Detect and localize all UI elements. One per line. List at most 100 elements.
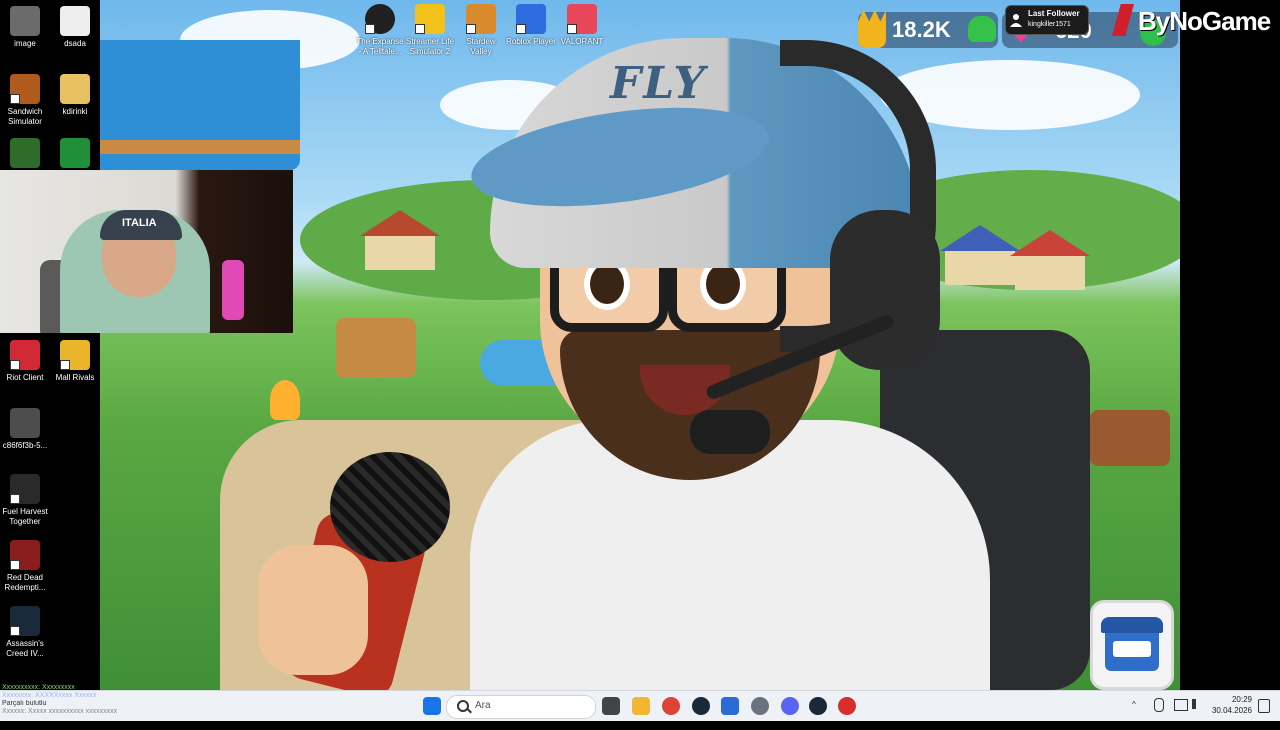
desktop-icon-red-dead[interactable]: Red Dead Redempti... bbox=[0, 540, 50, 593]
chrome-icon[interactable] bbox=[662, 697, 680, 715]
desktop-icon-fuel-harvest[interactable]: Fuel Harvest Together bbox=[0, 474, 50, 527]
desktop-icon-label: Sandwich Simulator bbox=[7, 107, 43, 126]
desktop-icon-sandwich-simulator[interactable]: Sandwich Simulator bbox=[0, 74, 50, 127]
settings-icon[interactable] bbox=[751, 697, 769, 715]
search-placeholder: Ara bbox=[475, 700, 491, 711]
image-file-icon bbox=[10, 408, 40, 438]
assassins-creed-icon bbox=[10, 606, 40, 636]
shortcut-arrow-icon bbox=[10, 360, 20, 370]
file-icon bbox=[60, 6, 90, 36]
headset-earcup bbox=[830, 210, 940, 370]
desktop-icon-label: kdirinki bbox=[62, 107, 88, 116]
network-icon[interactable] bbox=[1174, 699, 1188, 711]
gta-v-icon bbox=[10, 138, 40, 168]
desktop-icon-label: Assassin's Creed IV... bbox=[6, 639, 44, 658]
record-app-icon[interactable] bbox=[838, 697, 856, 715]
shortcut-arrow-icon bbox=[10, 626, 20, 636]
desktop-icon-label: Stardew Valley bbox=[466, 37, 496, 56]
shop-button[interactable] bbox=[1090, 600, 1174, 690]
desktop-icon-label: Streamer Life Simulator 2 bbox=[405, 37, 455, 56]
clock[interactable]: 20:29 30.04.2026 bbox=[1208, 694, 1252, 716]
desktop-icon-label: VALORANT bbox=[560, 37, 604, 46]
desktop-icon-green-app[interactable] bbox=[50, 138, 100, 171]
shortcut-arrow-icon bbox=[10, 494, 20, 504]
chat-line: Xxxxxxxxxx: Xxxxxxxxx bbox=[2, 684, 75, 691]
steam-icon-2[interactable] bbox=[809, 697, 827, 715]
desktop-icon-label: Red Dead Redempti... bbox=[4, 573, 46, 592]
webcam-cap-text: ITALIA bbox=[122, 217, 157, 229]
last-follower-name: kingkiller1571 bbox=[1028, 21, 1071, 28]
shortcut-arrow-icon bbox=[415, 24, 425, 34]
valorant-icon bbox=[567, 4, 597, 34]
handheld-mic-head bbox=[330, 452, 450, 562]
house bbox=[360, 210, 440, 270]
shortcut-arrow-icon bbox=[567, 24, 577, 34]
streamer-life-icon bbox=[415, 4, 445, 34]
webcam-microphone bbox=[222, 260, 244, 320]
logo-mark-icon bbox=[1112, 4, 1134, 36]
the-expanse-icon bbox=[365, 4, 395, 34]
desktop-icon-label: The Expanse - A Telltale... bbox=[356, 37, 404, 56]
treasure-chest bbox=[336, 318, 416, 378]
notification-icon[interactable] bbox=[1258, 699, 1270, 713]
desktop-icon-riot-client[interactable]: Riot Client bbox=[0, 340, 50, 383]
headset-mic bbox=[690, 410, 770, 454]
riot-client-icon bbox=[10, 340, 40, 370]
tray-chevron-icon[interactable]: ^ bbox=[1132, 700, 1136, 730]
shortcut-arrow-icon bbox=[365, 24, 375, 34]
desktop-icon-label: Riot Client bbox=[6, 373, 44, 382]
desktop-icon-the-expanse[interactable]: The Expanse - A Telltale... bbox=[355, 4, 405, 57]
desktop-icon-mall-rivals[interactable]: Mall Rivals bbox=[50, 340, 100, 383]
desktop-icon-image[interactable]: image bbox=[0, 6, 50, 49]
shortcut-arrow-icon bbox=[10, 560, 20, 570]
roblox-icon bbox=[516, 4, 546, 34]
treasure-chest bbox=[1090, 410, 1170, 466]
campfire bbox=[270, 380, 300, 420]
volume-icon[interactable] bbox=[1192, 699, 1206, 709]
user-icon bbox=[1010, 14, 1022, 27]
sandwich-simulator-icon bbox=[10, 74, 40, 104]
shortcut-arrow-icon bbox=[516, 24, 526, 34]
desktop-icon-kdirinki[interactable]: kdirinki bbox=[50, 74, 100, 117]
mall-rivals-icon bbox=[60, 340, 90, 370]
file-explorer-icon[interactable] bbox=[632, 697, 650, 715]
desktop-icon-gta[interactable] bbox=[0, 138, 50, 171]
task-view-icon[interactable] bbox=[602, 697, 620, 715]
store-icon[interactable] bbox=[721, 697, 739, 715]
chat-line: Xxxxxx: Xxxxx xxxxxxxxxx xxxxxxxxx bbox=[2, 708, 118, 715]
search-box[interactable]: Ara bbox=[446, 695, 596, 719]
shortcut-arrow-icon bbox=[466, 24, 476, 34]
steam-icon[interactable] bbox=[692, 697, 710, 715]
webcam-overlay: ITALIA bbox=[0, 170, 293, 333]
search-icon bbox=[457, 700, 469, 712]
house bbox=[1010, 230, 1090, 290]
desktop-icon-valorant[interactable]: VALORANT bbox=[557, 4, 607, 47]
hand bbox=[258, 545, 368, 675]
webcam-cap: ITALIA bbox=[100, 210, 182, 240]
desktop-icon-stardew-valley[interactable]: Stardew Valley bbox=[456, 4, 506, 57]
logo-text: ByNoGame bbox=[1138, 6, 1271, 36]
last-follower-widget: Last Follower kingkiller1571 bbox=[1005, 5, 1089, 35]
shortcut-arrow-icon bbox=[60, 360, 70, 370]
windows-start-icon[interactable] bbox=[423, 697, 441, 715]
desktop-icon-dsada[interactable]: dsada bbox=[50, 6, 100, 49]
score-value: 18.2K bbox=[892, 17, 951, 42]
microphone-icon[interactable] bbox=[1154, 698, 1164, 712]
desktop-icon-label: Fuel Harvest Together bbox=[2, 507, 48, 526]
desktop-icon-streamer-life[interactable]: Streamer Life Simulator 2 bbox=[405, 4, 455, 57]
desktop-icon-c86f6f3b[interactable]: c86f6f3b-5... bbox=[0, 408, 50, 451]
discord-icon[interactable] bbox=[781, 697, 799, 715]
desktop-icon-label: dsada bbox=[64, 39, 86, 48]
house bbox=[940, 225, 1020, 285]
shelf-plank bbox=[100, 140, 300, 154]
chat-overlay: Xxxxxxxxxx: Xxxxxxxxx Xxxxxxxx: XXXXXxxx… bbox=[2, 684, 202, 720]
desktop-right-area bbox=[1180, 0, 1280, 690]
red-dead-icon bbox=[10, 540, 40, 570]
last-follower-label: Last Follower bbox=[1028, 9, 1080, 18]
stardew-valley-icon bbox=[466, 4, 496, 34]
desktop-icon-assassins-creed[interactable]: Assassin's Creed IV... bbox=[0, 606, 50, 659]
shortcut-arrow-icon bbox=[10, 94, 20, 104]
folder-icon bbox=[60, 74, 90, 104]
desktop-icon-label: Roblox Player bbox=[506, 37, 556, 46]
desktop-icon-roblox-player[interactable]: Roblox Player bbox=[506, 4, 556, 47]
